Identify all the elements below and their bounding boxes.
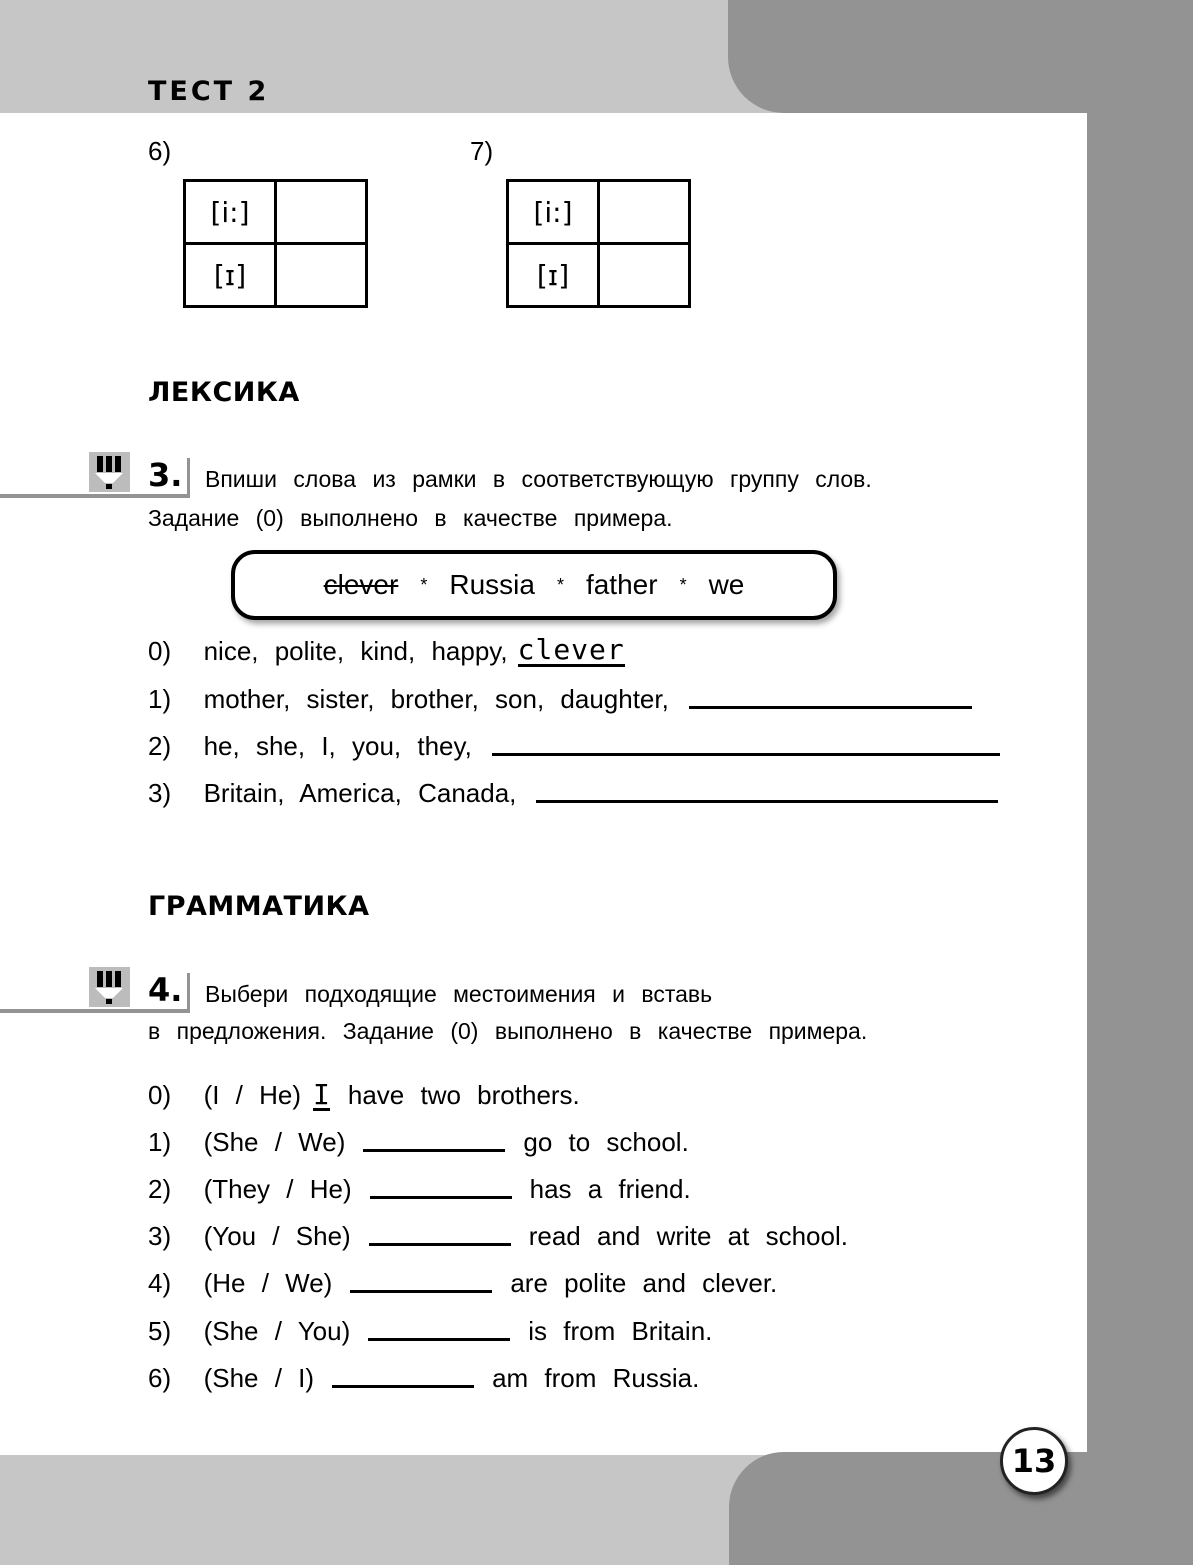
task-divider — [0, 494, 190, 498]
sentence-rest: have two brothers. — [347, 1080, 580, 1110]
sound-cell: [ɪ] — [183, 242, 277, 308]
exercise-line: 3) (You / She) read and write at school. — [148, 1221, 848, 1252]
answer-blank[interactable] — [491, 753, 1000, 756]
answer-blank[interactable] — [363, 1149, 506, 1152]
answer-blank[interactable] — [350, 1290, 493, 1293]
answer-blank[interactable] — [688, 706, 972, 709]
exercise-line: 3) Britain, America, Canada, — [148, 778, 999, 809]
exercise-number: 4) — [148, 1268, 172, 1298]
exercise-number: 6) — [148, 1363, 172, 1393]
page-number-badge: 13 — [1000, 1427, 1068, 1495]
star-separator-icon: * — [420, 574, 428, 595]
page-title: ТЕСТ 2 — [148, 76, 270, 107]
exercise-line: 4) (He / We) are polite and clever. — [148, 1268, 777, 1299]
header-band-accent — [728, 0, 1193, 113]
exercise-number: 2) — [148, 1174, 172, 1204]
sound-cell: [ɪ] — [506, 242, 600, 308]
task-number: 3. — [148, 456, 183, 494]
phonetics-item-number: 7) — [470, 136, 494, 166]
exercise-line: 1) mother, sister, brother, son, daughte… — [148, 684, 972, 715]
table-row: [ɪ] — [183, 242, 368, 308]
exercise-number: 1) — [148, 1127, 172, 1157]
phonetics-item-number: 6) — [148, 136, 172, 166]
exercise-number: 0) — [148, 1080, 172, 1110]
sentence-rest: has a friend. — [529, 1174, 691, 1204]
exercise-text: he, she, I, you, they, — [203, 731, 472, 761]
example-answer: I — [313, 1078, 330, 1111]
example-answer: clever — [517, 633, 625, 667]
exercise-line: 2) he, she, I, you, they, — [148, 731, 1000, 762]
answer-blank[interactable] — [369, 1196, 512, 1199]
sound-cell: [i:] — [506, 179, 600, 245]
right-margin-band — [1087, 100, 1193, 1460]
sentence-rest: are polite and clever. — [510, 1268, 778, 1298]
exercise-line: 0) (I / He) I have two brothers. — [148, 1080, 580, 1111]
task-instruction: Впиши слова из рамки в соответствующую г… — [205, 466, 872, 492]
table-row: [i:] — [183, 179, 368, 245]
table-row: [ɪ] — [506, 242, 691, 308]
exercise-number: 5) — [148, 1316, 172, 1346]
answer-cell[interactable] — [597, 242, 691, 308]
pencil-icon — [89, 452, 130, 492]
exercise-line: 0) nice, polite, kind, happy, clever — [148, 636, 625, 667]
word-box-word: father — [585, 569, 658, 600]
answer-cell[interactable] — [597, 179, 691, 245]
sentence-rest: read and write at school. — [528, 1221, 848, 1251]
exercise-line: 6) (She / I) am from Russia. — [148, 1363, 699, 1394]
pronoun-options: (She / I) — [203, 1363, 315, 1393]
word-box-word: clever — [323, 569, 399, 600]
answer-blank[interactable] — [368, 1338, 511, 1341]
sound-cell: [i:] — [183, 179, 277, 245]
word-box: clever * Russia * father * we — [231, 550, 837, 620]
exercise-number: 3) — [148, 778, 172, 808]
task-instruction: Выбери подходящие местоимения и вставь — [205, 981, 713, 1007]
exercise-line: 1) (She / We) go to school. — [148, 1127, 689, 1158]
exercise-text: mother, sister, brother, son, daughter, — [203, 684, 669, 714]
section-title-grammar: ГРАММАТИКА — [148, 891, 370, 922]
table-row: [i:] — [506, 179, 691, 245]
section-title-lexis: ЛЕКСИКА — [148, 377, 300, 408]
answer-blank[interactable] — [332, 1385, 475, 1388]
star-separator-icon: * — [679, 574, 687, 595]
star-separator-icon: * — [556, 574, 564, 595]
answer-blank[interactable] — [368, 1243, 511, 1246]
exercise-number: 1) — [148, 684, 172, 714]
pronoun-options: (You / She) — [203, 1221, 351, 1251]
task-divider — [0, 1009, 190, 1013]
sentence-rest: is from Britain. — [528, 1316, 713, 1346]
exercise-text: Britain, America, Canada, — [203, 778, 517, 808]
task-divider-vertical — [187, 458, 190, 496]
exercise-text: nice, polite, kind, happy, — [203, 636, 508, 666]
pronoun-options: (I / He) — [203, 1080, 302, 1110]
sentence-rest: go to school. — [523, 1127, 689, 1157]
exercise-number: 3) — [148, 1221, 172, 1251]
task-instruction: Задание (0) выполнено в качестве примера… — [148, 505, 673, 531]
exercise-line: 2) (They / He) has a friend. — [148, 1174, 691, 1205]
word-box-word: Russia — [449, 569, 535, 600]
footer-band-accent — [729, 1452, 1193, 1565]
pronoun-options: (She / You) — [203, 1316, 351, 1346]
task-number: 4. — [148, 971, 183, 1009]
pronoun-options: (He / We) — [203, 1268, 333, 1298]
pronoun-options: (She / We) — [203, 1127, 346, 1157]
sentence-rest: am from Russia. — [492, 1363, 700, 1393]
exercise-line: 5) (She / You) is from Britain. — [148, 1316, 712, 1347]
task-instruction: в предложения. Задание (0) выполнено в к… — [148, 1018, 868, 1044]
phonetics-table: [i:] [ɪ] — [506, 179, 691, 308]
exercise-number: 0) — [148, 636, 172, 666]
answer-cell[interactable] — [274, 242, 368, 308]
pencil-icon — [89, 967, 130, 1007]
exercise-number: 2) — [148, 731, 172, 761]
pronoun-options: (They / He) — [203, 1174, 352, 1204]
word-box-word: we — [708, 569, 745, 600]
answer-cell[interactable] — [274, 179, 368, 245]
answer-blank[interactable] — [536, 800, 999, 803]
task-divider-vertical — [187, 973, 190, 1011]
phonetics-table: [i:] [ɪ] — [183, 179, 368, 308]
